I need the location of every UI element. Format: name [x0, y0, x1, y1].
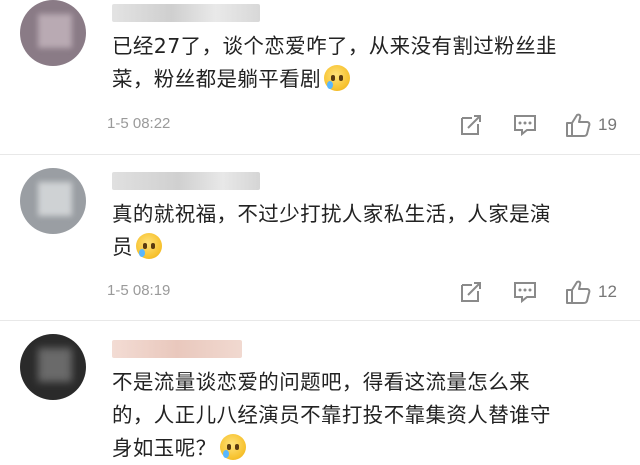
avatar[interactable]	[20, 0, 86, 66]
crying-emoji-icon	[324, 65, 350, 91]
comment-text-line: 菜，粉丝都是躺平看剧	[112, 67, 321, 91]
divider	[0, 154, 640, 155]
crying-emoji-icon	[219, 434, 246, 460]
share-icon[interactable]	[458, 279, 484, 305]
comment-text-line: 的，人正儿八经演员不靠打投不靠集资人替谁守	[112, 403, 551, 427]
divider	[0, 320, 640, 321]
comment-text-line: 已经27了，谈个恋爱咋了，从来没有割过粉丝韭	[112, 34, 557, 58]
thumbs-up-icon[interactable]	[564, 279, 592, 305]
comment-text-line: 员	[112, 235, 133, 259]
comment-text: 已经27了，谈个恋爱咋了，从来没有割过粉丝韭 菜，粉丝都是躺平看剧	[112, 30, 617, 96]
username-blurred[interactable]	[112, 4, 260, 22]
comment-text-line: 身如玉呢？	[112, 436, 217, 460]
comment-time: 1-5 08:22	[107, 115, 171, 132]
avatar[interactable]	[20, 168, 86, 234]
like-count: 12	[598, 282, 617, 301]
comment-icon[interactable]	[512, 279, 538, 305]
avatar[interactable]	[20, 334, 86, 400]
comment-text: 不是流量谈恋爱的问题吧，得看这流量怎么来 的，人正儿八经演员不靠打投不靠集资人替…	[112, 366, 617, 465]
crying-emoji-icon	[135, 233, 162, 259]
thumbs-up-icon[interactable]	[564, 112, 592, 138]
comment-text: 真的就祝福，不过少打扰人家私生活，人家是演 员	[112, 198, 617, 264]
share-icon[interactable]	[458, 112, 484, 138]
comment-text-line: 真的就祝福，不过少打扰人家私生活，人家是演	[112, 202, 551, 226]
comment-text-line: 不是流量谈恋爱的问题吧，得看这流量怎么来	[112, 370, 530, 394]
username-blurred[interactable]	[112, 172, 260, 190]
username-blurred[interactable]	[112, 340, 242, 358]
comment-icon[interactable]	[512, 112, 538, 138]
like-count: 19	[598, 115, 617, 134]
comment-time: 1-5 08:19	[107, 282, 171, 299]
